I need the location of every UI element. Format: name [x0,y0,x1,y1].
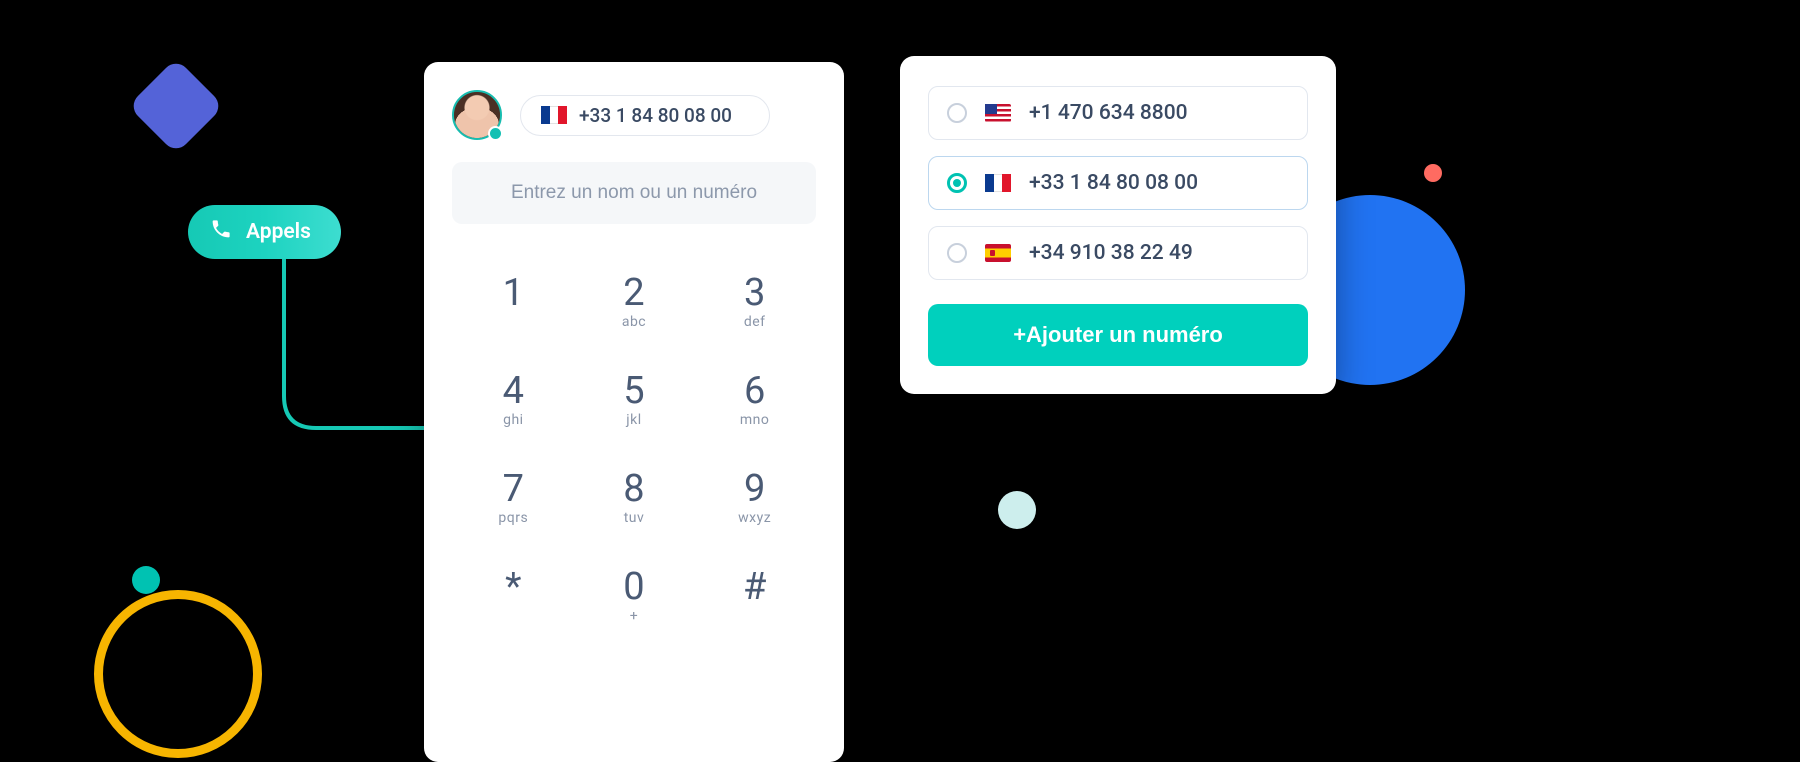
dial-key-5[interactable]: 5 jkl [598,372,670,428]
dialer-panel: +33 1 84 80 08 00 1 2 abc 3 def 4 ghi 5 jkl 6 mno 7… [424,62,844,762]
decor-yellow-ring [94,590,262,758]
dial-key-letters: + [630,608,638,624]
dial-key-*[interactable]: * [477,568,549,624]
dial-key-digit: 8 [623,470,644,508]
number-option-text: +34 910 38 22 49 [1029,241,1193,265]
dial-key-digit: 9 [744,470,765,508]
dial-input[interactable] [452,162,816,224]
dial-keypad: 12abc3def4ghi5jkl6mno7pqrs8tuv9wxyz*0+# [452,274,816,624]
dial-key-digit: 6 [744,372,765,410]
dial-key-0[interactable]: 0+ [598,568,670,624]
dial-key-digit: 7 [503,470,524,508]
dial-key-6[interactable]: 6 mno [719,372,791,428]
current-number-text: +33 1 84 80 08 00 [579,104,732,127]
decor-small-cyan-dot [998,491,1036,529]
dial-key-3[interactable]: 3 def [719,274,791,330]
dial-key-digit: # [743,568,766,606]
dial-key-digit: 4 [503,372,524,410]
number-option[interactable]: +33 1 84 80 08 00 [928,156,1308,210]
dial-key-letters: wxyz [738,510,771,526]
radio-selected-icon [947,173,967,193]
dial-key-1[interactable]: 1 [477,274,549,330]
number-option[interactable]: +1 470 634 8800 [928,86,1308,140]
number-option[interactable]: +34 910 38 22 49 [928,226,1308,280]
radio-unselected-icon [947,103,967,123]
flag-france-icon [985,174,1011,192]
current-number-chip[interactable]: +33 1 84 80 08 00 [520,95,770,136]
dial-key-digit: 1 [503,274,524,312]
radio-unselected-icon [947,243,967,263]
decor-red-dot [1424,164,1442,182]
calls-badge-label: Appels [246,220,311,244]
dial-key-#[interactable]: # [719,568,791,624]
dial-key-letters: tuv [624,510,645,526]
dial-key-letters: mno [740,412,770,428]
dial-key-4[interactable]: 4 ghi [477,372,549,428]
dial-key-letters: ghi [503,412,523,428]
decor-diamond [128,58,224,154]
flag-france-icon [541,106,567,124]
dial-key-digit: 2 [623,274,644,312]
user-avatar[interactable] [452,90,502,140]
decor-teal-dot [132,566,160,594]
dial-key-digit: 5 [623,372,644,410]
flag-spain-icon [985,244,1011,262]
flag-usa-icon [985,104,1011,122]
calls-badge[interactable]: Appels [188,205,341,259]
dial-key-digit: 0 [623,568,644,606]
dial-key-digit: * [505,568,521,606]
dial-key-7[interactable]: 7 pqrs [477,470,549,526]
number-option-text: +1 470 634 8800 [1029,101,1188,125]
dial-key-9[interactable]: 9 wxyz [719,470,791,526]
dial-key-letters: def [744,314,766,330]
number-list-panel: +1 470 634 8800 +33 1 84 80 08 00 +34 910 … [900,56,1336,394]
connector-line [278,258,424,436]
presence-indicator [488,126,503,141]
dial-key-8[interactable]: 8 tuv [598,470,670,526]
dial-key-digit: 3 [744,274,765,312]
phone-icon [210,218,232,246]
dial-key-letters: abc [622,314,646,330]
dialer-header: +33 1 84 80 08 00 [452,90,816,140]
dial-key-2[interactable]: 2 abc [598,274,670,330]
dial-key-letters: pqrs [498,510,528,526]
number-option-text: +33 1 84 80 08 00 [1029,171,1198,195]
dial-key-letters: jkl [626,412,641,428]
add-number-button[interactable]: +Ajouter un numéro [928,304,1308,366]
